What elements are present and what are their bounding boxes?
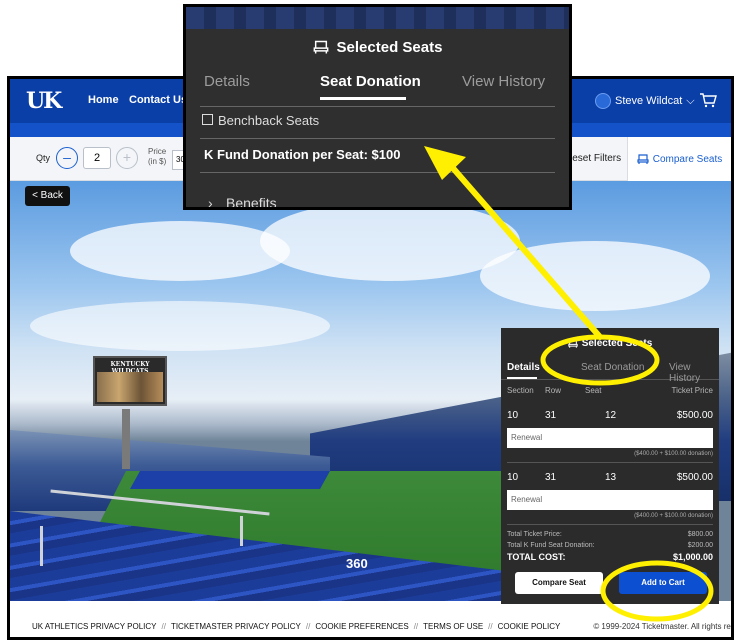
seat-section: 10 [507,472,519,483]
divider [200,172,555,173]
play-box-icon [202,114,213,125]
callout-tab-seat-donation[interactable]: Seat Donation [320,73,421,90]
callout-title-text: Selected Seats [336,39,443,56]
table-header: Section Row Seat Ticket Price [507,386,713,400]
footer-link-uk-privacy[interactable]: UK ATHLETICS PRIVACY POLICY [32,622,156,631]
benchback-label: Benchback Seats [218,113,320,128]
table-row: 10 31 12 $500.00 [507,410,713,424]
add-to-cart-button[interactable]: Add to Cart [619,572,707,594]
price-breakdown: ($400.00 + $100.00 donation) [634,451,713,457]
nav-contact-link[interactable]: Contact Us [129,94,187,106]
footer-separator: // [161,621,166,631]
callout-tab-view-history[interactable]: View History [462,73,545,90]
tab-view-history[interactable]: View History [669,362,719,384]
footer-link-tm-privacy[interactable]: TICKETMASTER PRIVACY POLICY [171,622,301,631]
total-ticket-price: Total Ticket Price: $800.00 [507,531,713,538]
compare-seat-button[interactable]: Compare Seat [515,572,603,594]
panel-tabs: Details Seat Donation View History [501,358,719,384]
footer-separator: // [413,621,419,631]
uk-logo[interactable]: UK [26,88,66,114]
callout-background-strip [186,7,569,29]
chevron-right-icon[interactable]: › [208,195,213,207]
divider [507,462,713,463]
seat-icon [568,339,578,348]
avatar [595,93,611,109]
seat-price: $500.00 [676,410,713,421]
seat-section: 10 [507,410,519,421]
panel-title: Selected Seats [501,338,719,349]
kfund-donation-text: K Fund Donation per Seat: $100 [204,147,401,162]
seat-icon [313,40,328,54]
panel-title-text: Selected Seats [581,338,653,349]
tab-seat-donation[interactable]: Seat Donation [581,362,644,373]
total-ticket-value: $800.00 [687,531,713,538]
qty-input[interactable]: 2 [83,147,111,169]
seat-icon [637,153,649,164]
compare-seats-label: Compare Seats [652,153,723,165]
endzone [130,471,330,489]
price-breakdown: ($400.00 + $100.00 donation) [634,513,713,519]
table-row: 10 31 13 $500.00 [507,472,713,486]
user-name: Steve Wildcat [615,95,683,107]
nav-home-link[interactable]: Home [88,94,119,106]
total-kfund-donation: Total K Fund Seat Donation: $200.00 [507,542,713,549]
divider [200,106,555,107]
header-ticket-price: Ticket Price [671,386,714,395]
callout-tab-details[interactable]: Details [204,73,250,90]
renewal-select[interactable]: Renewal [507,428,713,448]
footer-link-cookie-policy[interactable]: COOKIE POLICY [498,622,561,631]
copyright: © 1999-2024 Ticketmaster. All rights res… [593,621,731,631]
footer-separator: // [305,621,311,631]
seat-price: $500.00 [676,472,713,483]
user-menu[interactable]: Steve Wildcat ⌵ [595,93,695,109]
footer: UK ATHLETICS PRIVACY POLICY // TICKETMAS… [10,612,731,637]
cloud-shape [70,221,290,281]
seat-row: 31 [545,472,557,483]
cart-icon[interactable] [699,92,717,108]
total-cost: TOTAL COST: $1,000.00 [507,552,713,562]
qty-label: Qty [36,153,51,163]
seat-number: 12 [605,410,617,421]
active-tab-indicator [320,97,406,100]
qty-decrement-button[interactable]: – [56,147,78,169]
scoreboard-screen [97,372,163,402]
railing [40,526,43,566]
footer-link-terms[interactable]: TERMS OF USE [423,622,483,631]
header-seat: Seat [585,386,602,395]
footer-link-cookie-preferences[interactable]: COOKIE PREFERENCES [315,622,408,631]
total-ticket-label: Total Ticket Price: [507,531,562,538]
rotate-360-icon[interactable]: 360 [346,556,368,571]
qty-increment-button[interactable]: + [116,147,138,169]
scoreboard-post [122,409,130,469]
benefits-expander[interactable]: Benefits [226,195,277,207]
divider [200,138,555,139]
zoom-callout: Selected Seats Details Seat Donation Vie… [183,4,572,210]
total-cost-value: $1,000.00 [672,552,713,562]
footer-separator: // [488,621,493,631]
scoreboard: KENTUCKY WILDCATS [93,356,167,406]
header-section: Section [507,386,534,395]
callout-title: Selected Seats [186,39,569,56]
cloud-shape [480,241,710,311]
cloud-shape [30,301,330,351]
back-button[interactable]: < Back [25,186,70,206]
price-label: Price (in $) [148,147,167,166]
renewal-select[interactable]: Renewal [507,490,713,510]
seat-number: 13 [605,472,617,483]
total-cost-label: TOTAL COST: [507,552,566,562]
compare-seats-tab[interactable]: Compare Seats [627,137,731,181]
selected-seats-panel: Selected Seats Details Seat Donation Vie… [501,328,719,604]
screenshot-root: UK Home Contact Us Steve Wildcat ⌵ Qty –… [0,0,741,642]
total-kfund-label: Total K Fund Seat Donation: [507,542,595,549]
railing [240,516,243,546]
divider [507,524,713,525]
reset-filters-link[interactable]: Reset Filters [565,153,621,164]
total-kfund-value: $200.00 [687,542,713,549]
chevron-down-icon: ⌵ [686,94,695,107]
header-row: Row [545,386,562,395]
seat-row: 31 [545,410,557,421]
tab-details[interactable]: Details [507,362,540,379]
